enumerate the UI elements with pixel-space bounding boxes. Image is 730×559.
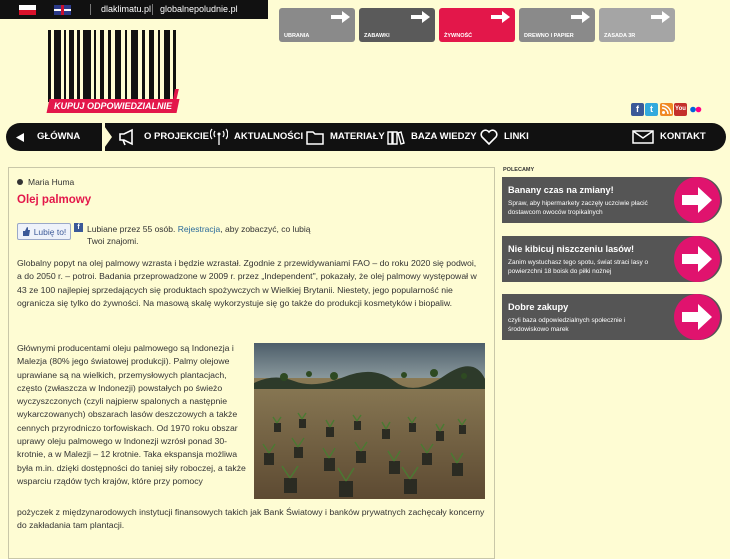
- promo-lasy[interactable]: Nie kibicuj niszczeniu lasów! Zanim wyst…: [502, 236, 722, 282]
- nav-label: BAZA WIEDZY: [411, 131, 477, 142]
- category-tab-ubrania[interactable]: UBRANIA: [279, 8, 355, 42]
- rss-icon[interactable]: [660, 103, 673, 116]
- promo-arrow-button[interactable]: [674, 236, 720, 282]
- exclamation-mark: !: [170, 83, 180, 114]
- site-logo[interactable]: KUPUJ ODPOWIEDZIALNIE !: [0, 0, 200, 120]
- author-name: Maria Huma: [28, 177, 75, 187]
- promo-dobre-zakupy[interactable]: Dobre zakupy czyli baza odpowiedzialnych…: [502, 294, 722, 340]
- article-panel: Maria Huma Olej palmowy Lubię to! f Lubi…: [8, 167, 495, 559]
- books-icon: [387, 131, 405, 145]
- envelope-icon: [632, 130, 654, 144]
- promo-description: Spraw, aby hipermarkety zaczęły uczciwie…: [508, 200, 648, 216]
- antenna-icon: [210, 128, 228, 145]
- nav-item-links[interactable]: LINKI: [480, 123, 529, 151]
- promo-arrow-button[interactable]: [674, 177, 720, 223]
- nav-item-knowledge[interactable]: BAZA WIEDZY: [387, 123, 477, 151]
- nav-label: MATERIAŁY: [330, 131, 385, 142]
- arrow-right-icon: [682, 187, 712, 213]
- nav-label: LINKI: [504, 131, 529, 142]
- category-tab-zywnosc[interactable]: ŻYWNOŚĆ: [439, 8, 515, 42]
- promo-banany[interactable]: Banany czas na zmiany! Spraw, aby hiperm…: [502, 177, 722, 223]
- nav-label: AKTUALNOŚCI: [234, 131, 304, 142]
- category-tab-drewno-i-papier[interactable]: DREWNO I PAPIER: [519, 8, 595, 42]
- arrow-right-icon: [682, 246, 712, 272]
- youtube-icon[interactable]: You: [674, 103, 687, 116]
- article-paragraph-1: Globalny popyt na olej palmowy wzrasta i…: [17, 258, 477, 308]
- thumbs-up-icon: [22, 227, 30, 236]
- megaphone-icon: [119, 128, 133, 146]
- palm-plantation-photo: [254, 343, 485, 499]
- like-button-label: Lubię to!: [33, 226, 67, 237]
- promo-title: Nie kibicuj niszczeniu lasów!: [508, 244, 635, 254]
- category-label: ZASADA 3R: [604, 33, 636, 39]
- twitter-icon[interactable]: t: [645, 103, 658, 116]
- category-label: ŻYWNOŚĆ: [444, 33, 473, 39]
- category-label: DREWNO I PAPIER: [524, 33, 574, 39]
- nav-separator: [102, 123, 112, 151]
- register-link[interactable]: Rejestracja: [178, 224, 221, 234]
- slogan-banner: KUPUJ ODPOWIEDZIALNIE: [46, 99, 180, 113]
- category-label: UBRANIA: [284, 33, 310, 39]
- promo-description: Zanim wystuchasz tego spotu, świat strac…: [508, 259, 649, 275]
- like-count: Lubiane przez 55 osób.: [87, 224, 176, 234]
- facebook-like-button[interactable]: Lubię to!: [17, 223, 71, 240]
- author-bullet-icon: [17, 179, 23, 185]
- promo-description: czyli baza odpowiedzialnych społecznie i…: [508, 317, 626, 333]
- arrow-right-icon: [651, 11, 670, 23]
- article-author: Maria Huma: [17, 177, 74, 187]
- category-tab-zabawki[interactable]: ZABAWKI: [359, 8, 435, 42]
- nav-label: O PROJEKCIE: [144, 131, 209, 142]
- main-navigation: GŁÓWNA O PROJEKCIE AKTUALNOŚCI MATERIAŁY…: [6, 123, 726, 151]
- slogan-text: KUPUJ ODPOWIEDZIALNIE: [53, 101, 172, 111]
- arrow-right-icon: [682, 304, 712, 330]
- nav-item-about[interactable]: O PROJEKCIE: [118, 123, 209, 151]
- like-info: Lubiane przez 55 osób. Rejestracja, aby …: [87, 223, 327, 247]
- promo-title: Banany czas na zmiany!: [508, 185, 614, 195]
- category-tab-zasada-3r[interactable]: ZASADA 3R: [599, 8, 675, 42]
- facebook-icon: f: [74, 223, 83, 232]
- arrow-right-icon: [411, 11, 430, 23]
- folder-icon: [306, 131, 324, 145]
- promo-title: Dobre zakupy: [508, 302, 569, 312]
- arrow-right-icon: [491, 11, 510, 23]
- sidebar-heading: POLECAMY: [503, 167, 535, 173]
- nav-item-contact[interactable]: KONTAKT: [632, 123, 706, 151]
- arrow-right-icon: [331, 11, 350, 23]
- nav-item-materials[interactable]: MATERIAŁY: [306, 123, 385, 151]
- article-title: Olej palmowy: [17, 194, 92, 206]
- promo-arrow-button[interactable]: [674, 294, 720, 340]
- article-paragraph-2: Głównymi producentami oleju palmowego są…: [17, 343, 246, 486]
- heart-icon: [480, 129, 498, 145]
- category-label: ZABAWKI: [364, 33, 390, 39]
- facebook-icon[interactable]: f: [631, 103, 644, 116]
- nav-label: GŁÓWNA: [37, 131, 81, 142]
- flickr-icon[interactable]: [689, 103, 702, 116]
- nav-item-news[interactable]: AKTUALNOŚCI: [210, 123, 303, 151]
- article-paragraph-3: pożyczek z międzynarodowych instytucji f…: [17, 507, 485, 531]
- arrow-right-icon: [571, 11, 590, 23]
- nav-item-home[interactable]: GŁÓWNA: [16, 123, 80, 151]
- nav-label: KONTAKT: [660, 131, 706, 142]
- arrow-left-icon: [16, 132, 24, 142]
